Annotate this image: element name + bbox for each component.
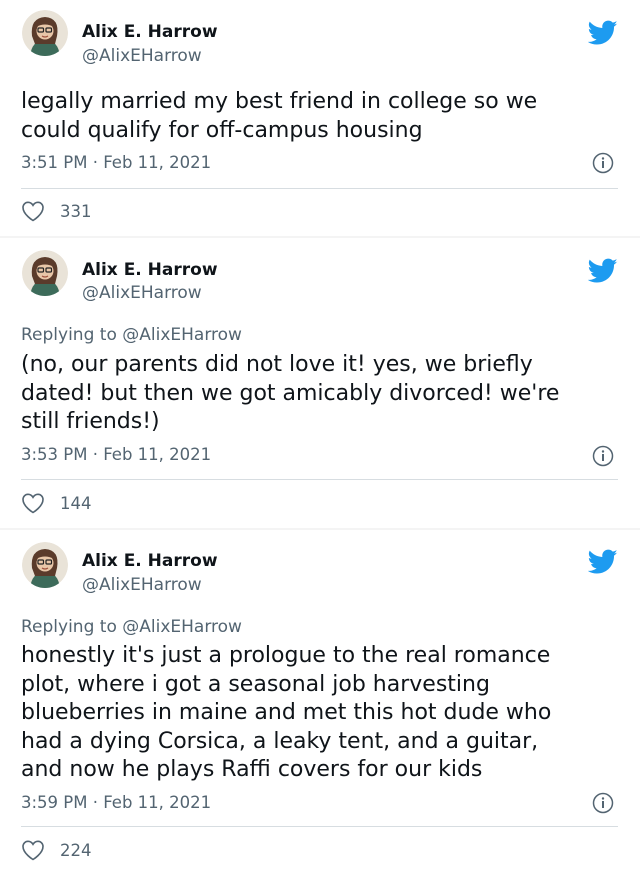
info-icon[interactable] [592,152,614,174]
author-handle[interactable]: @AlixEHarrow [82,46,202,66]
author-name[interactable]: Alix E. Harrow [82,551,218,571]
replying-to-handle[interactable]: @AlixEHarrow [122,325,242,345]
replying-to-label: Replying to [21,325,117,345]
twitter-bird-icon[interactable] [588,20,618,46]
like-count: 331 [60,201,92,221]
author-name[interactable]: Alix E. Harrow [82,22,218,42]
like-button[interactable]: 144 [21,490,92,516]
info-icon[interactable] [592,792,614,814]
heart-icon [22,201,44,222]
like-count: 144 [60,493,92,513]
divider [21,479,618,480]
heart-icon [22,493,44,514]
avatar[interactable] [22,250,68,296]
tweet-card: Alix E. Harrow @AlixEHarrow legally marr… [0,0,640,236]
replying-to-label: Replying to [21,617,117,637]
heart-icon [22,840,44,861]
tweet-text: legally married my best friend in colleg… [21,89,538,143]
author-handle[interactable]: @AlixEHarrow [82,575,202,595]
divider [21,826,618,827]
avatar[interactable] [22,10,68,56]
info-icon[interactable] [592,445,614,467]
replying-to-handle[interactable]: @AlixEHarrow [122,617,242,637]
replying-to: Replying to @AlixEHarrow [21,617,242,637]
tweet-timestamp[interactable]: 3:59 PM · Feb 11, 2021 [21,793,211,812]
like-count: 224 [60,840,92,860]
tweet-timestamp[interactable]: 3:51 PM · Feb 11, 2021 [21,153,211,172]
author-name[interactable]: Alix E. Harrow [82,260,218,280]
tweet-text: honestly it's just a prologue to the rea… [21,643,552,782]
tweet-card: Alix E. Harrow @AlixEHarrow Replying to … [0,238,640,528]
author-handle[interactable]: @AlixEHarrow [82,283,202,303]
like-button[interactable]: 331 [21,198,92,224]
tweet-card: Alix E. Harrow @AlixEHarrow Replying to … [0,530,640,875]
tweet-timestamp[interactable]: 3:53 PM · Feb 11, 2021 [21,445,211,464]
twitter-bird-icon[interactable] [588,549,618,575]
tweet-text: (no, our parents did not love it! yes, w… [21,352,560,434]
replying-to: Replying to @AlixEHarrow [21,325,242,345]
avatar[interactable] [22,542,68,588]
like-button[interactable]: 224 [21,837,92,863]
twitter-bird-icon[interactable] [588,258,618,284]
divider [21,188,618,189]
